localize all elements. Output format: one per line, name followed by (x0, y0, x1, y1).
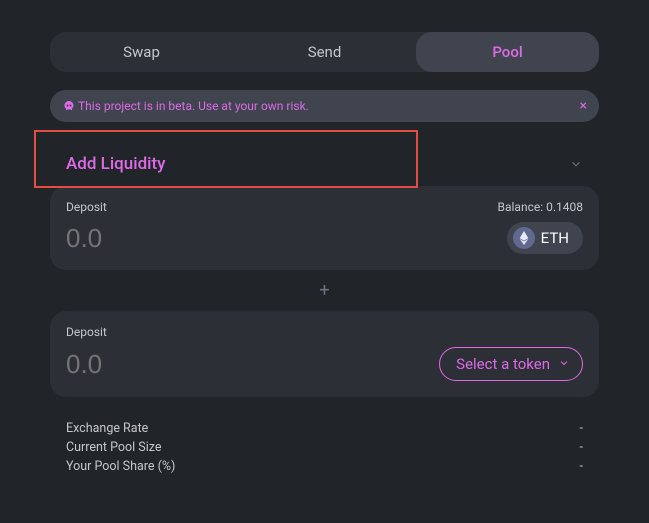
pool-size-label: Current Pool Size (66, 438, 162, 457)
token-selector-eth[interactable]: ETH (507, 222, 583, 254)
select-token-label: Select a token (456, 355, 550, 373)
collapse-chevron-icon[interactable] (569, 157, 583, 171)
deposit1-label: Deposit (66, 200, 107, 214)
beta-warning-banner: This project is in beta. Use at your own… (50, 90, 599, 122)
pool-info: Exchange Rate - Current Pool Size - Your… (50, 419, 599, 494)
deposit1-balance: Balance: 0.1408 (498, 200, 584, 214)
tab-swap[interactable]: Swap (50, 32, 233, 72)
pool-size-value: - (580, 438, 583, 457)
plus-separator: + (50, 270, 599, 311)
deposit2-label: Deposit (66, 325, 107, 339)
pool-share-value: - (580, 457, 583, 476)
info-row-pool-share: Your Pool Share (%) - (66, 457, 583, 476)
tab-send[interactable]: Send (233, 32, 416, 72)
token-symbol: ETH (541, 229, 569, 247)
section-header: Add Liquidity (50, 142, 599, 186)
pool-share-label: Your Pool Share (%) (66, 457, 175, 476)
warning-text: This project is in beta. Use at your own… (78, 99, 309, 113)
deposit-card-1: Deposit Balance: 0.1408 ETH (50, 186, 599, 270)
deposit-card-2: Deposit Select a token (50, 311, 599, 397)
exchange-rate-label: Exchange Rate (66, 419, 148, 438)
exchange-rate-value: - (580, 419, 583, 438)
main-tabs: Swap Send Pool (50, 32, 599, 72)
deposit1-amount-input[interactable] (66, 223, 266, 254)
info-row-pool-size: Current Pool Size - (66, 438, 583, 457)
close-warning-button[interactable]: × (580, 98, 587, 114)
deposit2-amount-input[interactable] (66, 349, 266, 380)
chevron-down-icon (558, 355, 570, 373)
tab-pool[interactable]: Pool (416, 32, 599, 72)
add-liquidity-title: Add Liquidity (66, 154, 165, 174)
skull-icon (62, 99, 76, 113)
info-row-exchange-rate: Exchange Rate - (66, 419, 583, 438)
select-token-button[interactable]: Select a token (439, 347, 583, 381)
eth-icon (513, 227, 535, 249)
